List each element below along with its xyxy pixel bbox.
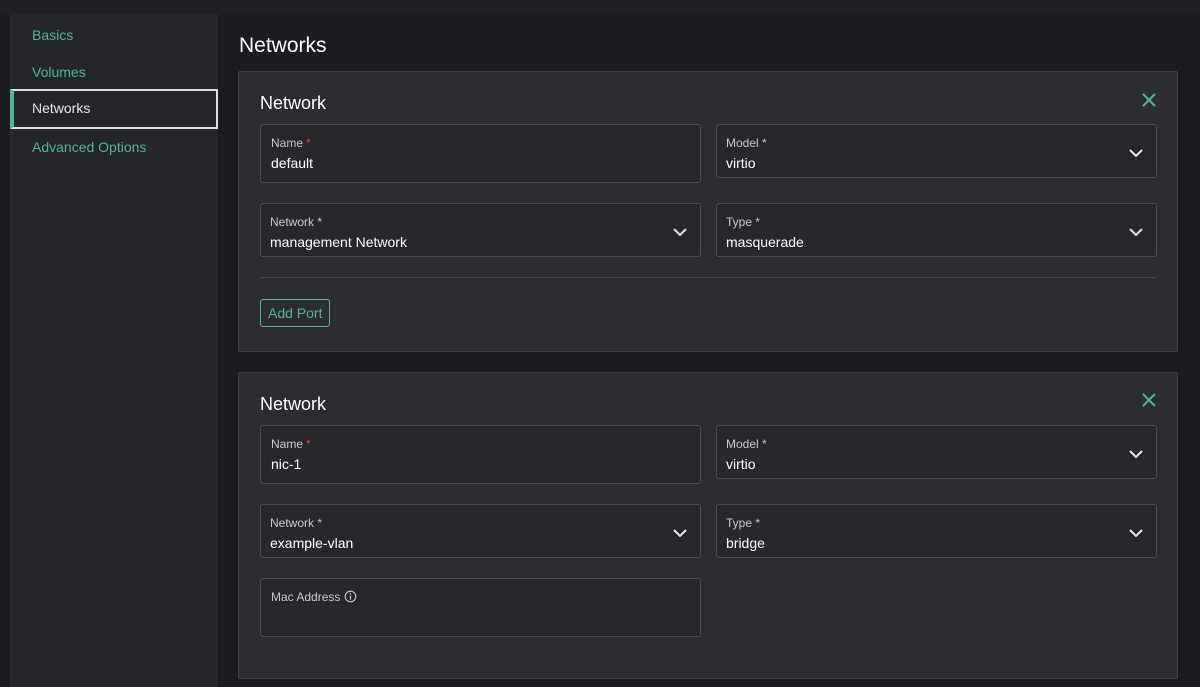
chevron-down-icon — [673, 529, 687, 538]
network-card-title: Network — [260, 93, 327, 113]
network-card-title: Network — [260, 394, 327, 414]
network-card-1: Network Name * default Model * virtio Net… — [238, 71, 1178, 352]
name-label: Name — [271, 437, 304, 451]
add-port-button[interactable]: Add Port — [260, 299, 331, 327]
name-value: default — [271, 155, 314, 171]
model-value: virtio — [726, 155, 756, 171]
sidebar-item-networks[interactable]: Networks — [10, 89, 218, 129]
model-select[interactable]: Model * virtio — [716, 124, 1157, 178]
network-select[interactable]: Network * management Network — [260, 203, 701, 257]
close-icon[interactable] — [1140, 91, 1158, 109]
network-value: example-vlan — [270, 535, 354, 551]
model-select[interactable]: Model * virtio — [716, 425, 1157, 479]
sidebar-item-volumes[interactable]: Volumes — [10, 53, 218, 91]
network-label: Network * — [270, 215, 323, 229]
model-label: Model * — [726, 437, 767, 451]
chevron-down-icon — [1129, 529, 1143, 538]
required-marker: * — [306, 437, 311, 451]
mac-address-label: Mac Address — [271, 590, 341, 604]
network-value: management Network — [270, 234, 407, 250]
model-value: virtio — [726, 456, 756, 472]
name-label: Name — [271, 136, 304, 150]
type-value: masquerade — [726, 234, 804, 250]
chevron-down-icon — [1129, 450, 1143, 459]
sidebar-item-basics[interactable]: Basics — [10, 16, 218, 54]
network-card-2: Network Name * nic-1 Model * virtio Netwo… — [238, 372, 1178, 679]
info-icon[interactable] — [344, 590, 357, 603]
main-content: Networks Network Name * default Model * v… — [218, 14, 1200, 687]
type-select[interactable]: Type * masquerade — [716, 203, 1157, 257]
chevron-down-icon — [1129, 149, 1143, 158]
name-field[interactable]: Name * nic-1 — [260, 425, 701, 484]
divider — [260, 277, 1157, 278]
network-label: Network * — [270, 516, 323, 530]
type-select[interactable]: Type * bridge — [716, 504, 1157, 558]
sidebar-nav: Basics Volumes Networks Advanced Options — [10, 14, 218, 687]
close-icon[interactable] — [1140, 391, 1158, 409]
mac-address-field[interactable]: Mac Address — [260, 578, 701, 637]
top-bar — [0, 0, 1200, 14]
name-field[interactable]: Name * default — [260, 124, 701, 183]
model-label: Model * — [726, 136, 767, 150]
chevron-down-icon — [673, 228, 687, 237]
page-title: Networks — [239, 34, 327, 57]
name-value: nic-1 — [271, 456, 302, 472]
network-select[interactable]: Network * example-vlan — [260, 504, 701, 558]
type-value: bridge — [726, 535, 765, 551]
chevron-down-icon — [1129, 228, 1143, 237]
sidebar-item-advanced-options[interactable]: Advanced Options — [10, 128, 218, 166]
type-label: Type * — [726, 516, 761, 530]
type-label: Type * — [726, 215, 761, 229]
required-marker: * — [306, 136, 311, 150]
